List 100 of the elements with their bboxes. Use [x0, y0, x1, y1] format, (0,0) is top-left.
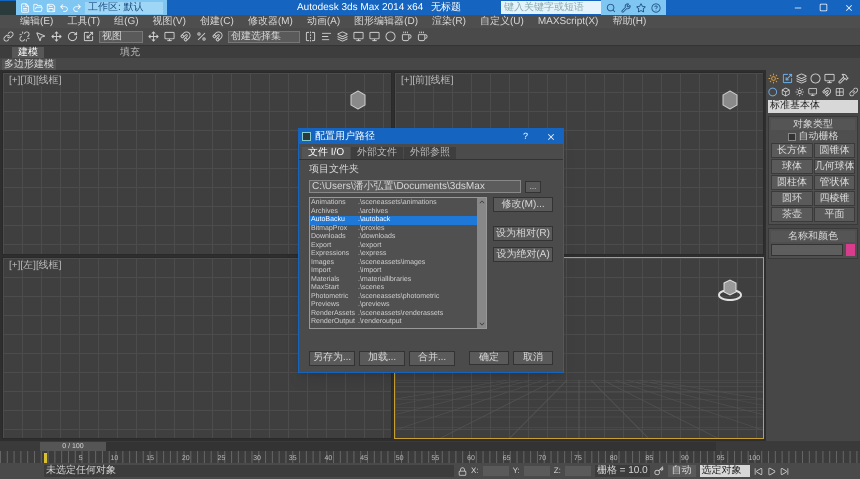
- primitive-button[interactable]: 圆环: [771, 191, 812, 206]
- circle-icon[interactable]: [810, 73, 821, 84]
- teapot-icon[interactable]: [401, 31, 412, 42]
- dialog-button[interactable]: 合并...: [409, 350, 455, 366]
- dialog-tab[interactable]: 外部参照: [404, 147, 456, 159]
- menu-item[interactable]: 动画(A): [306, 16, 340, 28]
- menu-item[interactable]: 自定义(U): [480, 16, 524, 28]
- scroll-up-icon[interactable]: [478, 198, 486, 206]
- cancel-button[interactable]: 取消: [513, 350, 553, 364]
- magnet-icon[interactable]: [180, 31, 191, 42]
- z-label: Z:: [554, 465, 561, 477]
- primitive-button[interactable]: 茶壶: [771, 207, 812, 222]
- primitive-button[interactable]: 球体: [771, 159, 812, 174]
- auto-key-button[interactable]: 自动: [668, 465, 696, 477]
- status-message: 未选定任何对象: [44, 465, 454, 477]
- path-action-button[interactable]: 设为相对(R): [493, 226, 553, 241]
- teapot-icon[interactable]: [417, 31, 428, 42]
- link-icon[interactable]: [3, 31, 14, 42]
- color-swatch[interactable]: [846, 244, 855, 256]
- scrollbar[interactable]: [477, 198, 486, 328]
- path-action-button[interactable]: 修改(M)...: [493, 197, 553, 212]
- search-field[interactable]: 键入关键字或短语: [501, 1, 602, 14]
- move-icon[interactable]: [51, 31, 62, 42]
- menu-item[interactable]: 图形编辑器(D): [354, 16, 418, 28]
- dialog-tab[interactable]: 文件 I/O: [302, 147, 350, 159]
- ribbon-panel-label[interactable]: 多边形建模: [2, 58, 56, 70]
- dialog-button[interactable]: 加载...: [359, 350, 405, 366]
- primitive-button[interactable]: 圆柱体: [771, 175, 812, 190]
- key-icon[interactable]: [654, 466, 664, 476]
- magnet-icon[interactable]: [212, 31, 223, 42]
- help-button[interactable]: ?: [518, 130, 532, 144]
- close-icon[interactable]: [844, 2, 854, 12]
- wrench-icon[interactable]: [621, 2, 632, 12]
- play-icon[interactable]: [766, 466, 776, 476]
- ribbon-tab[interactable]: 建模: [12, 46, 44, 58]
- folder-path-field[interactable]: C:\Users\潘小弘置\Documents\3dsMax: [309, 180, 521, 193]
- monitor-icon[interactable]: [369, 31, 380, 42]
- box-icon[interactable]: [781, 87, 791, 97]
- dialog-button[interactable]: 另存为...: [309, 350, 355, 366]
- monitor-icon[interactable]: [164, 31, 175, 42]
- rollout-title[interactable]: 名称和颜色: [771, 231, 855, 242]
- rotate-icon[interactable]: [67, 31, 78, 42]
- grid-icon[interactable]: [835, 87, 845, 97]
- circle-icon[interactable]: [385, 31, 396, 42]
- time-marker[interactable]: [44, 453, 47, 463]
- monitor-icon[interactable]: [353, 31, 364, 42]
- name-field[interactable]: [771, 244, 843, 256]
- dialog-tab[interactable]: 外部文件: [351, 147, 404, 159]
- monitor-icon[interactable]: [824, 73, 835, 84]
- light-icon[interactable]: [794, 87, 804, 97]
- help-icon[interactable]: [651, 2, 662, 12]
- sphere-icon[interactable]: [768, 87, 778, 97]
- menu-item[interactable]: 帮助(H): [612, 16, 646, 28]
- workspace-dropdown[interactable]: 工作区: 默认: [85, 2, 163, 14]
- menu-item[interactable]: 工具(T): [67, 16, 100, 28]
- align-icon[interactable]: [321, 31, 332, 42]
- rollout-title[interactable]: 对象类型: [771, 119, 855, 130]
- layers-icon[interactable]: [337, 31, 348, 42]
- ribbon-tab[interactable]: 填充: [114, 46, 146, 58]
- pointer-icon[interactable]: [35, 31, 46, 42]
- primitive-button[interactable]: 长方体: [771, 143, 812, 158]
- lock-icon[interactable]: [458, 466, 467, 476]
- browse-button[interactable]: ...: [525, 180, 541, 192]
- grid-size: 栅格 = 10.0: [594, 465, 650, 477]
- menu-item[interactable]: 创建(C): [200, 16, 234, 28]
- category-dropdown[interactable]: 标准基本体: [768, 100, 858, 113]
- menu-item[interactable]: MAXScript(X): [538, 16, 598, 28]
- selection-set-dropdown[interactable]: 创建选择集: [228, 30, 300, 42]
- star-icon[interactable]: [636, 2, 646, 12]
- menu-item[interactable]: 视图(V): [152, 16, 186, 28]
- y-label: Y:: [512, 465, 520, 477]
- menu-item[interactable]: 修改器(M): [248, 16, 293, 28]
- menu-item[interactable]: 组(G): [114, 16, 139, 28]
- skip-back-icon[interactable]: [754, 466, 763, 476]
- viewport-label[interactable]: [+][顶][线框]: [9, 75, 62, 86]
- mirror-icon[interactable]: [305, 31, 316, 42]
- primitive-button[interactable]: 圆锥体: [814, 143, 855, 158]
- close-icon[interactable]: [546, 132, 556, 142]
- autogrid-checkbox[interactable]: [788, 132, 796, 140]
- skip-forward-icon[interactable]: [780, 466, 789, 476]
- maximize-icon[interactable]: [819, 3, 828, 12]
- primitive-button[interactable]: 管状体: [814, 175, 855, 190]
- menu-item[interactable]: 渲染(R): [432, 16, 466, 28]
- viewport-label[interactable]: [+][左][线框]: [9, 260, 62, 270]
- sun-icon[interactable]: [768, 73, 779, 84]
- key-filter-dropdown[interactable]: 选定对象: [700, 465, 750, 477]
- scale-icon[interactable]: [83, 31, 94, 42]
- hammer-icon[interactable]: [838, 73, 849, 84]
- search-icon[interactable]: [606, 2, 616, 12]
- view-dropdown[interactable]: 视图: [99, 30, 143, 42]
- primitive-button[interactable]: 四棱锥: [814, 191, 855, 206]
- menu-item[interactable]: 编辑(E): [20, 16, 54, 28]
- unlink-icon[interactable]: [19, 31, 30, 42]
- move-icon[interactable]: [148, 31, 159, 42]
- primitive-button[interactable]: 平面: [814, 207, 855, 222]
- ok-button[interactable]: 确定: [469, 350, 509, 364]
- path-action-button[interactable]: 设为绝对(A): [493, 247, 553, 262]
- percent-icon[interactable]: [196, 31, 207, 42]
- primitive-button[interactable]: 几何球体: [814, 159, 855, 174]
- viewport-label[interactable]: [+][前][线框]: [401, 75, 454, 86]
